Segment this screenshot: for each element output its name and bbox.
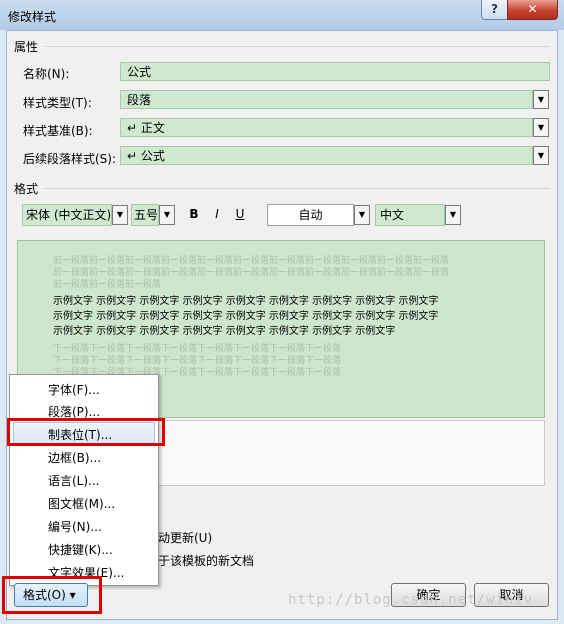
italic-button[interactable]: I [206, 203, 228, 225]
style-type-select[interactable]: 段落 [120, 90, 533, 109]
preview-sample-text: 示例文字 示例文字 示例文字 示例文字 示例文字 示例文字 示例文字 示例文字 … [53, 311, 439, 322]
auto-update-checkbox-label[interactable]: 动更新(U) [158, 529, 212, 546]
next-style-label: 后续段落样式(S): [23, 152, 117, 166]
menu-item-numbering[interactable]: 编号(N)... [48, 518, 102, 535]
based-on-select[interactable]: ↵ 正文 [120, 118, 533, 137]
menu-item-frame[interactable]: 图文框(M)... [48, 495, 115, 512]
tabs-highlight-annotation [7, 418, 165, 446]
format-button-annotation [2, 576, 102, 614]
menu-item-font[interactable]: 字体(F)... [48, 381, 100, 398]
next-style-select[interactable]: ↵ 公式 [120, 146, 533, 165]
preview-sample-text: 示例文字 示例文字 示例文字 示例文字 示例文字 示例文字 示例文字 示例文字 [53, 326, 396, 337]
window-title: 修改样式 [8, 10, 57, 24]
properties-divider [44, 46, 550, 47]
name-input[interactable]: 公式 [120, 62, 550, 81]
underline-button[interactable]: U [229, 203, 251, 225]
bold-button[interactable]: B [183, 203, 205, 225]
preview-sample-text: 示例文字 示例文字 示例文字 示例文字 示例文字 示例文字 示例文字 示例文字 … [53, 296, 439, 307]
new-documents-radio-label[interactable]: 于该模板的新文档 [158, 552, 254, 569]
size-select[interactable]: 五号 [131, 204, 159, 226]
font-dropdown-icon[interactable]: ▼ [112, 205, 128, 225]
format-divider [44, 188, 550, 189]
watermark: http://blog.csdn.net/winiv [288, 592, 534, 608]
menu-item-language[interactable]: 语言(L)... [48, 472, 100, 489]
size-dropdown-icon[interactable]: ▼ [159, 205, 175, 225]
preview-previous-paragraph: 前一段落前一段落前一段落 [53, 280, 162, 290]
color-dropdown-icon[interactable]: ▼ [354, 205, 370, 225]
close-button[interactable]: ✕ [507, 0, 558, 20]
format-heading: 格式 [14, 182, 39, 196]
next-style-dropdown-icon[interactable]: ▼ [533, 146, 549, 165]
menu-item-border[interactable]: 边框(B)... [48, 449, 101, 466]
title-bar: 修改样式 ? ✕ [0, 0, 564, 30]
style-type-dropdown-icon[interactable]: ▼ [533, 90, 549, 109]
properties-heading: 属性 [14, 40, 39, 54]
based-on-dropdown-icon[interactable]: ▼ [533, 118, 549, 137]
name-label: 名称(N): [23, 67, 70, 81]
language-select[interactable]: 中文 [375, 204, 445, 226]
help-button[interactable]: ? [481, 0, 508, 20]
style-type-label: 样式类型(T): [23, 96, 92, 110]
color-select[interactable]: 自动 [267, 204, 354, 226]
font-select[interactable]: 宋体 (中文正文) [22, 204, 112, 226]
based-on-label: 样式基准(B): [23, 124, 93, 138]
language-dropdown-icon[interactable]: ▼ [445, 205, 461, 225]
menu-item-shortcut-key[interactable]: 快捷键(K)... [48, 541, 113, 558]
format-menu: 字体(F)... 段落(P)... 制表位(T)... 边框(B)... 语言(… [9, 374, 159, 586]
